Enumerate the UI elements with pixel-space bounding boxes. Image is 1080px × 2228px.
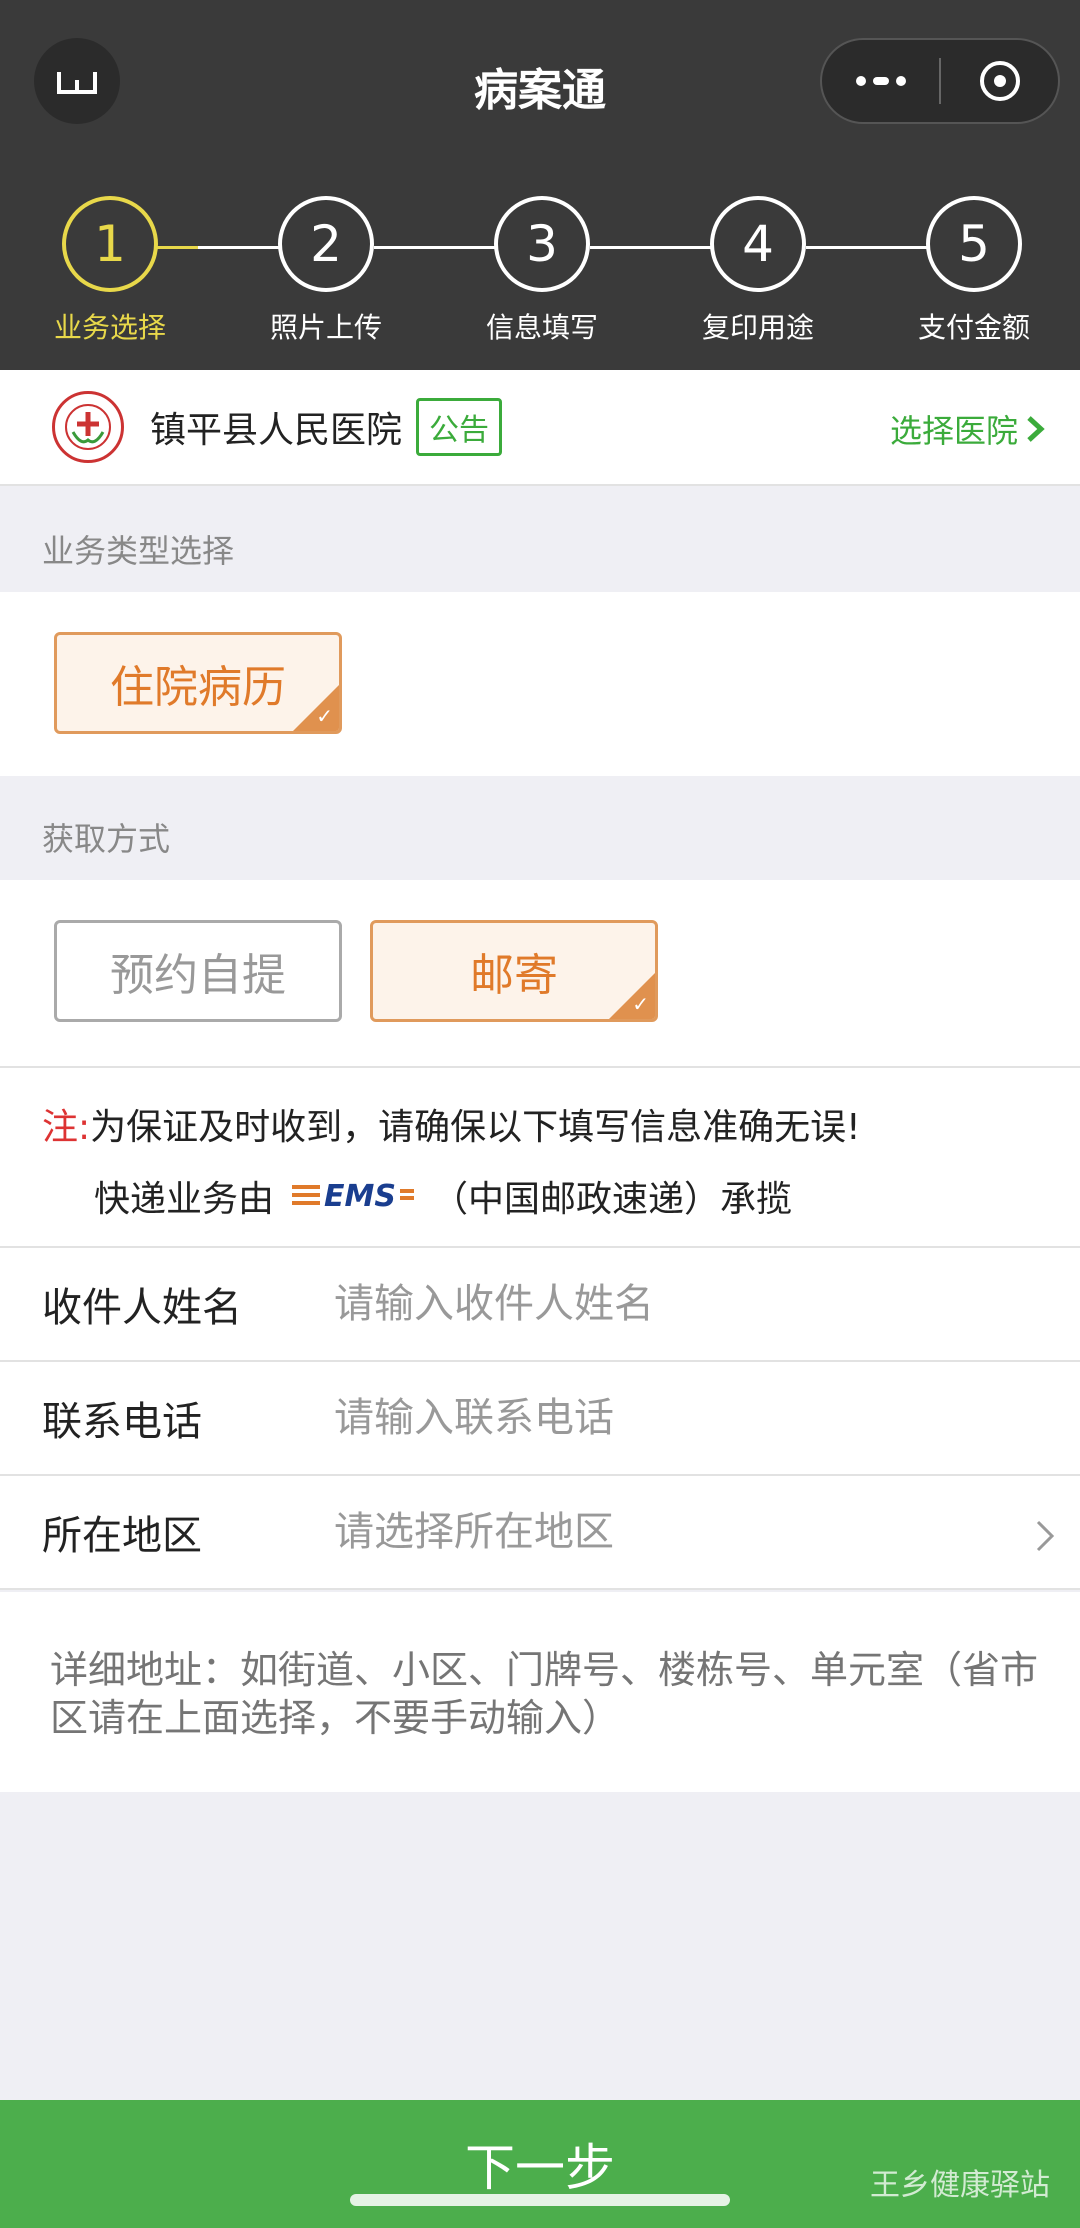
form-row-phone: 联系电话 [0, 1362, 1080, 1476]
recipient-label: 收件人姓名 [42, 1285, 242, 1331]
hospital-emblem-icon [65, 404, 111, 450]
progress-steps: 1 业务选择 2 照片上传 3 信息填写 4 复印用途 5 支付金额 [0, 196, 1080, 356]
more-button[interactable] [822, 40, 939, 122]
step-label: 复印用途 [701, 311, 814, 344]
option-label: 住院病历 [110, 662, 286, 713]
check-icon: ✓ [632, 992, 649, 1016]
business-type-panel: 住院病历 ✓ [0, 592, 1080, 776]
step-number: 2 [278, 196, 374, 292]
step-5: 5 支付金额 [894, 196, 1054, 346]
option-inpatient-records[interactable]: 住院病历 ✓ [54, 632, 342, 734]
step-number: 5 [926, 196, 1022, 292]
choose-hospital-label: 选择医院 [889, 412, 1018, 450]
notice-line-1: 注:为保证及时收到，请确保以下填写信息准确无误! [42, 1098, 861, 1150]
address-panel [0, 1592, 1080, 1792]
phone-label: 联系电话 [42, 1399, 202, 1445]
recipient-form: 收件人姓名 联系电话 所在地区 [0, 1246, 1080, 1590]
option-self-pickup[interactable]: 预约自提 [54, 920, 342, 1022]
chevron-right-icon [1036, 1520, 1055, 1552]
hospital-bar: 镇平县人民医院 公告 选择医院 [0, 370, 1080, 486]
check-icon: ✓ [316, 704, 333, 728]
watermark: 王乡健康驿站 [870, 2168, 1050, 2203]
form-row-region[interactable]: 所在地区 [0, 1476, 1080, 1590]
hospital-logo [52, 391, 124, 463]
notice-prefix: 注: [42, 1107, 91, 1148]
choose-hospital-link[interactable]: 选择医院 [890, 406, 1046, 452]
mini-program-capsule [820, 38, 1060, 124]
close-button[interactable] [941, 40, 1058, 122]
step-4: 4 复印用途 [678, 196, 838, 346]
step-number: 4 [710, 196, 806, 292]
step-number: 3 [494, 196, 590, 292]
step-label: 照片上传 [269, 311, 382, 344]
courier-desc: （中国邮政速递）承揽 [431, 1179, 792, 1220]
pickup-method-panel: 预约自提 邮寄 ✓ [0, 880, 1080, 1066]
option-mail[interactable]: 邮寄 ✓ [370, 920, 658, 1022]
notice-panel: 注:为保证及时收到，请确保以下填写信息准确无误! 快递业务由 EMS （中国邮政… [0, 1066, 1080, 1246]
step-2: 2 照片上传 [246, 196, 406, 346]
ems-tail-icon [399, 1189, 414, 1203]
region-select[interactable] [334, 1509, 974, 1555]
step-label: 信息填写 [485, 311, 598, 344]
ems-logo: EMS [292, 1179, 414, 1214]
detailed-address-input[interactable] [50, 1646, 1040, 1742]
step-3: 3 信息填写 [462, 196, 622, 346]
close-target-icon [979, 61, 1020, 101]
step-number: 1 [62, 196, 158, 292]
pickup-method-title: 获取方式 [42, 820, 171, 858]
business-type-title: 业务类型选择 [42, 532, 235, 570]
notice-line-2: 快递业务由 EMS （中国邮政速递）承揽 [94, 1170, 792, 1222]
form-row-recipient: 收件人姓名 [0, 1248, 1080, 1362]
recipient-name-input[interactable] [334, 1281, 974, 1327]
notice-text: 为保证及时收到，请确保以下填写信息准确无误! [90, 1107, 861, 1148]
hospital-name: 镇平县人民医院 [150, 410, 403, 451]
next-step-label: 下一步 [465, 2139, 615, 2197]
phone-input[interactable] [334, 1395, 974, 1441]
top-header: 病案通 1 业务选择 2 照片上传 3 信息填写 4 复印用途 5 支付金额 [0, 0, 1080, 370]
step-1: 1 业务选择 [30, 196, 190, 346]
more-dots-icon [855, 76, 906, 86]
step-label: 业务选择 [53, 311, 166, 344]
chevron-right-icon [1027, 416, 1045, 442]
courier-intro: 快递业务由 [94, 1179, 275, 1220]
home-indicator [350, 2194, 730, 2206]
option-label: 预约自提 [110, 950, 286, 1001]
region-label: 所在地区 [42, 1513, 202, 1559]
ems-stripes-icon [292, 1185, 321, 1207]
step-label: 支付金额 [917, 311, 1030, 344]
notice-badge[interactable]: 公告 [416, 398, 503, 456]
ems-logo-text: EMS [324, 1178, 396, 1214]
option-label: 邮寄 [470, 950, 558, 1001]
